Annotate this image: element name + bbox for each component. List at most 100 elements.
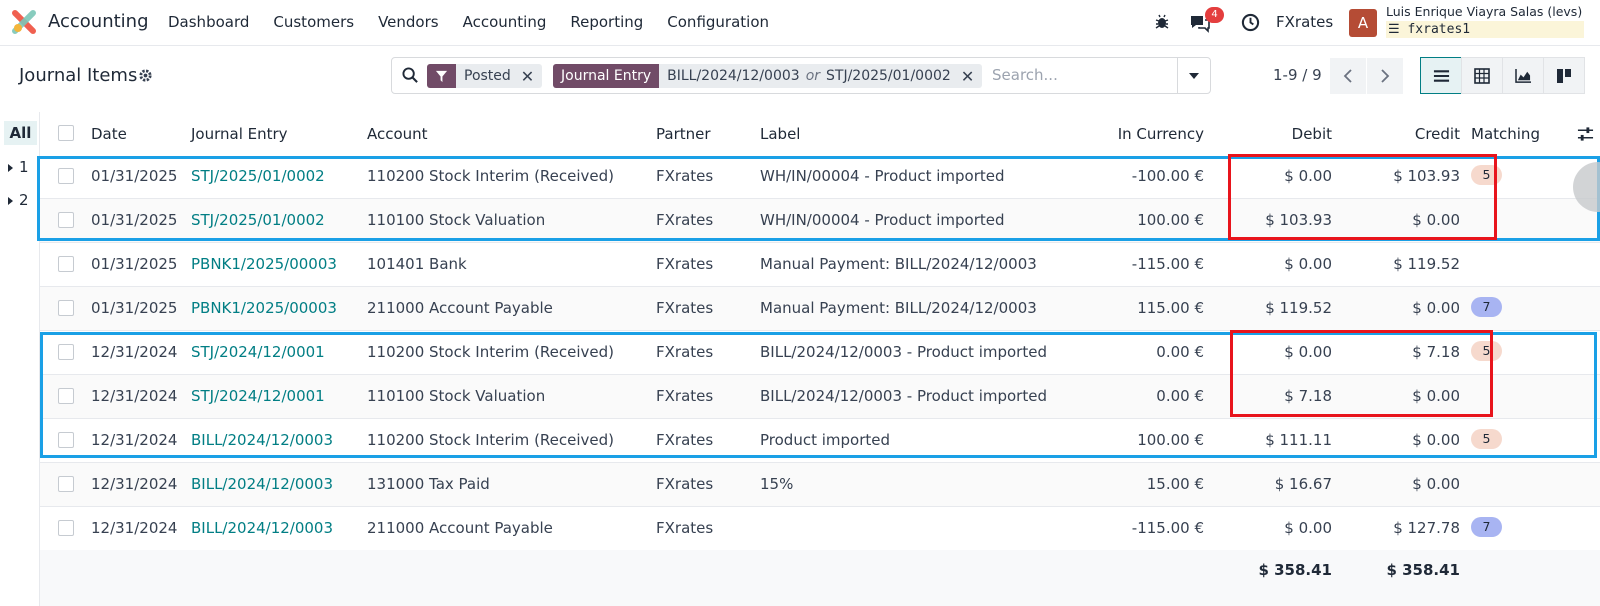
main-menu: Dashboard Customers Vendors Accounting R… — [168, 13, 793, 31]
select-all-checkbox[interactable] — [58, 125, 74, 141]
row-in-currency: 0.00 € — [1156, 343, 1204, 361]
bug-icon[interactable] — [1154, 14, 1170, 30]
kanban-view-button[interactable] — [1543, 57, 1585, 94]
row-credit: $ 0.00 — [1412, 475, 1460, 493]
row-account: 101401 Bank — [367, 255, 467, 273]
remove-posted-filter-icon[interactable]: ✕ — [521, 67, 534, 86]
pivot-view-button[interactable] — [1461, 57, 1503, 94]
row-journal-entry[interactable]: STJ/2025/01/0002 — [191, 167, 325, 185]
table-row[interactable]: 12/31/2024 BILL/2024/12/0003 131000 Tax … — [40, 463, 1600, 507]
row-checkbox[interactable] — [58, 256, 74, 272]
row-label: BILL/2024/12/0003 - Product imported — [760, 387, 1047, 405]
table-row[interactable]: 12/31/2024 BILL/2024/12/0003 110200 Stoc… — [40, 419, 1600, 463]
column-partner[interactable]: Partner — [656, 125, 711, 143]
row-checkbox[interactable] — [58, 300, 74, 316]
row-journal-entry[interactable]: STJ/2024/12/0001 — [191, 387, 325, 405]
row-journal-entry[interactable]: BILL/2024/12/0003 — [191, 519, 333, 537]
filter-facet-icon — [427, 64, 456, 88]
table-row[interactable]: 01/31/2025 STJ/2025/01/0002 110100 Stock… — [40, 199, 1600, 243]
table-row[interactable]: 12/31/2024 BILL/2024/12/0003 211000 Acco… — [40, 507, 1600, 551]
clock-icon[interactable] — [1241, 13, 1260, 32]
accounting-app-icon[interactable] — [12, 10, 36, 34]
row-checkbox[interactable] — [58, 388, 74, 404]
column-in-currency[interactable]: In Currency — [1118, 125, 1204, 143]
row-journal-entry[interactable]: PBNK1/2025/00003 — [191, 255, 337, 273]
table-row[interactable]: 01/31/2025 PBNK1/2025/00003 211000 Accou… — [40, 287, 1600, 331]
app-name[interactable]: Accounting — [48, 11, 149, 32]
company-switcher[interactable]: FXrates — [1276, 13, 1333, 31]
row-in-currency: 100.00 € — [1137, 431, 1204, 449]
list-view-button[interactable] — [1420, 57, 1462, 94]
menu-customers[interactable]: Customers — [273, 13, 354, 31]
kanban-icon — [1557, 68, 1571, 83]
chevron-right-icon — [1381, 69, 1390, 83]
menu-configuration[interactable]: Configuration — [667, 13, 769, 31]
table-row[interactable]: 12/31/2024 STJ/2024/12/0001 110200 Stock… — [40, 331, 1600, 375]
column-matching[interactable]: Matching — [1471, 125, 1540, 143]
row-debit: $ 7.18 — [1284, 387, 1332, 405]
avatar[interactable]: A — [1349, 9, 1377, 37]
table-row[interactable]: 01/31/2025 PBNK1/2025/00003 101401 Bank … — [40, 243, 1600, 287]
row-journal-entry[interactable]: BILL/2024/12/0003 — [191, 431, 333, 449]
table-row[interactable]: 01/31/2025 STJ/2025/01/0002 110200 Stock… — [40, 155, 1600, 199]
column-date[interactable]: Date — [91, 125, 127, 143]
row-account: 110100 Stock Valuation — [367, 211, 546, 229]
filter-icon — [435, 70, 448, 82]
row-checkbox[interactable] — [58, 476, 74, 492]
row-date: 12/31/2024 — [91, 475, 178, 493]
facet-value-1: BILL/2024/12/0003 — [667, 68, 800, 84]
menu-accounting[interactable]: Accounting — [463, 13, 547, 31]
remove-journal-filter-icon[interactable]: ✕ — [961, 67, 974, 86]
column-account[interactable]: Account — [367, 125, 428, 143]
table-row[interactable]: 12/31/2024 STJ/2024/12/0001 110100 Stock… — [40, 375, 1600, 419]
column-label[interactable]: Label — [760, 125, 800, 143]
total-credit: $ 358.41 — [1386, 561, 1460, 579]
row-label: WH/IN/00004 - Product imported — [760, 211, 1005, 229]
posted-filter-facet: Posted ✕ — [427, 64, 543, 88]
menu-vendors[interactable]: Vendors — [378, 13, 439, 31]
row-journal-entry[interactable]: PBNK1/2025/00003 — [191, 299, 337, 317]
row-date: 01/31/2025 — [91, 211, 178, 229]
menu-dashboard[interactable]: Dashboard — [168, 13, 249, 31]
group-2[interactable]: 2 — [8, 191, 29, 209]
row-checkbox[interactable] — [58, 344, 74, 360]
row-credit: $ 127.78 — [1393, 519, 1460, 537]
search-options-toggle[interactable] — [1177, 58, 1210, 93]
row-journal-entry[interactable]: STJ/2025/01/0002 — [191, 211, 325, 229]
group-1[interactable]: 1 — [8, 158, 29, 176]
row-checkbox[interactable] — [58, 432, 74, 448]
gear-icon[interactable] — [138, 68, 153, 83]
user-name[interactable]: Luis Enrique Viayra Salas (levs) — [1386, 4, 1582, 19]
pager-previous-button[interactable] — [1330, 58, 1366, 94]
optional-columns-icon[interactable] — [1577, 126, 1594, 142]
row-partner: FXrates — [656, 475, 714, 493]
group-all-tab[interactable]: All — [4, 121, 37, 145]
pivot-table-icon — [1474, 67, 1490, 84]
row-account: 110200 Stock Interim (Received) — [367, 167, 615, 185]
row-label: Product imported — [760, 431, 890, 449]
menu-reporting[interactable]: Reporting — [570, 13, 643, 31]
row-checkbox[interactable] — [58, 212, 74, 228]
row-checkbox[interactable] — [58, 520, 74, 536]
row-checkbox[interactable] — [58, 168, 74, 184]
row-journal-entry[interactable]: STJ/2024/12/0001 — [191, 343, 325, 361]
pager-value[interactable]: 1-9 / 9 — [1273, 66, 1322, 84]
row-in-currency: -100.00 € — [1131, 167, 1204, 185]
row-partner: FXrates — [656, 299, 714, 317]
graph-view-button[interactable] — [1502, 57, 1544, 94]
group-2-label: 2 — [19, 191, 29, 209]
search-input[interactable] — [992, 66, 1162, 84]
row-in-currency: 0.00 € — [1156, 387, 1204, 405]
column-journal-entry[interactable]: Journal Entry — [191, 125, 288, 143]
matching-badge: 7 — [1471, 297, 1502, 317]
pager-next-button[interactable] — [1367, 58, 1403, 94]
row-journal-entry[interactable]: BILL/2024/12/0003 — [191, 475, 333, 493]
row-date: 12/31/2024 — [91, 387, 178, 405]
column-credit[interactable]: Credit — [1415, 125, 1460, 143]
row-credit: $ 0.00 — [1412, 431, 1460, 449]
search-icon[interactable] — [402, 67, 419, 84]
page-title[interactable]: Journal Items — [19, 65, 137, 86]
matching-badge: 5 — [1471, 165, 1502, 185]
caret-right-icon — [8, 196, 13, 205]
column-debit[interactable]: Debit — [1292, 125, 1332, 143]
